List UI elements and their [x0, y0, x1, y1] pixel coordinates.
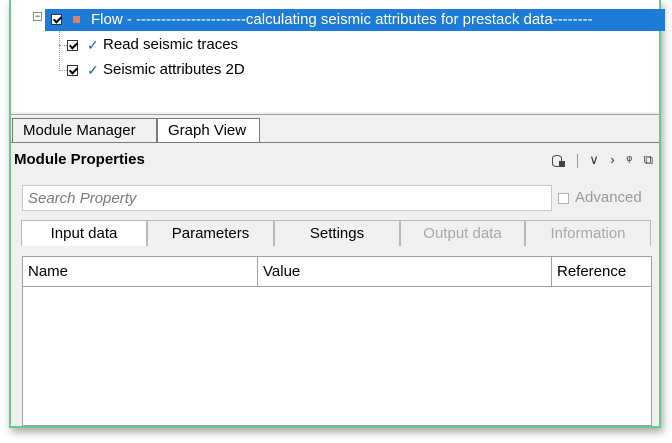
collapse-icon[interactable]: −	[33, 12, 42, 21]
advanced-checkbox-box	[558, 192, 569, 204]
tree-connector	[59, 45, 67, 46]
flow-tree: − Flow - ----------------------calculati…	[11, 0, 665, 112]
module-properties-toolbar: ∨ › ᵠ ⧉	[543, 149, 653, 171]
window-frame: − Flow - ----------------------calculati…	[9, 0, 665, 428]
column-header-reference[interactable]: Reference	[552, 257, 651, 286]
database-lock-icon[interactable]	[551, 154, 565, 168]
flow-label: Flow - ----------------------calculating…	[91, 11, 593, 28]
tree-item-read-seismic-traces[interactable]: ✓ Read seismic traces	[67, 35, 367, 55]
read-traces-checkbox[interactable]	[67, 40, 78, 51]
chevron-down-icon[interactable]: ∨	[589, 149, 599, 171]
tree-connector	[59, 70, 67, 71]
tree-item-label: Read seismic traces	[103, 36, 239, 53]
tab-parameters[interactable]: Parameters	[147, 220, 274, 246]
advanced-checkbox: Advanced	[558, 188, 642, 208]
grid-header: Name Value Reference	[23, 257, 651, 287]
panel-divider	[11, 114, 659, 115]
search-input[interactable]	[23, 186, 551, 210]
toolbar-separator	[576, 153, 578, 168]
tab-output-data: Output data	[400, 220, 525, 246]
checkmark-icon: ✓	[87, 62, 99, 78]
properties-grid: Name Value Reference	[22, 256, 652, 426]
tab-module-manager[interactable]: Module Manager	[12, 118, 157, 142]
seismic-attributes-checkbox[interactable]	[67, 65, 78, 76]
chevron-right-icon[interactable]: ›	[610, 149, 614, 171]
module-properties-title: Module Properties	[14, 151, 145, 168]
advanced-label: Advanced	[575, 189, 642, 206]
restore-window-icon[interactable]: ⧉	[644, 149, 653, 171]
checkmark-icon: ✓	[87, 37, 99, 53]
search-property-field[interactable]	[22, 185, 552, 211]
tab-graph-view[interactable]: Graph View	[157, 118, 260, 142]
tree-connector	[59, 31, 60, 71]
column-header-value[interactable]: Value	[258, 257, 551, 286]
column-header-name[interactable]: Name	[23, 257, 257, 286]
tree-item-label: Seismic attributes 2D	[103, 61, 245, 78]
tabstrip-baseline	[11, 142, 659, 143]
tree-item-flow[interactable]: Flow - ----------------------calculating…	[45, 9, 665, 31]
pin-icon[interactable]: ᵠ	[626, 149, 632, 171]
tree-item-seismic-attributes-2d[interactable]: ✓ Seismic attributes 2D	[67, 60, 367, 80]
flow-checkbox[interactable]	[51, 14, 62, 25]
tab-information: Information	[525, 220, 651, 246]
tab-settings[interactable]: Settings	[274, 220, 400, 246]
tab-input-data[interactable]: Input data	[21, 220, 147, 246]
flow-square-icon	[73, 16, 80, 23]
